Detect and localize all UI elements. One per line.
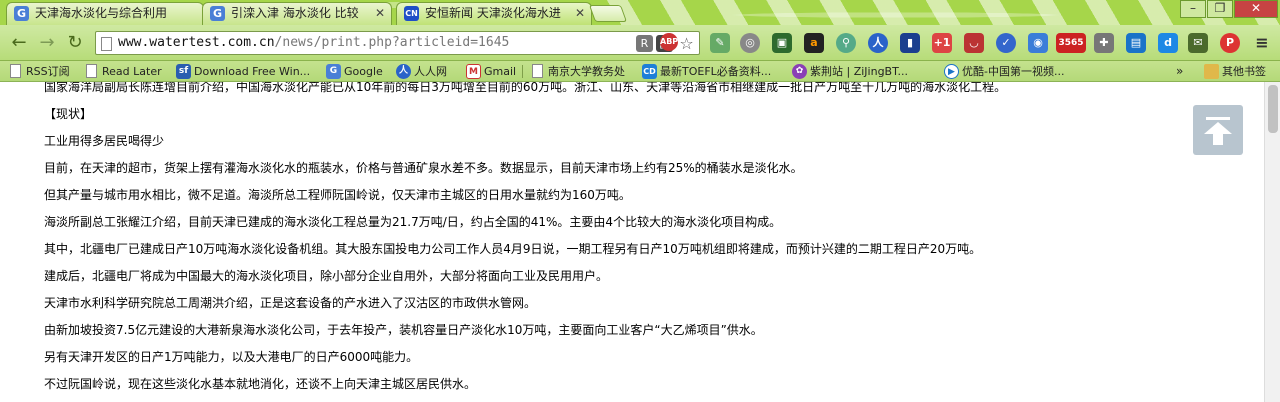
renren-icon[interactable]: 人 [868,33,888,53]
bookmark-nju[interactable]: 南京大学教务处 [530,63,625,80]
minimize-button[interactable]: – [1180,0,1206,18]
bookmark-label: 人人网 [414,65,447,78]
check-icon[interactable]: ✓ [996,33,1016,53]
article-paragraph: 海淡所副总工张耀江介绍，目前天津已建成的海水淡化工程总量为21.7万吨/日，约占… [44,215,782,229]
bookmark-renren[interactable]: 人 人人网 [396,63,447,80]
bookmark-download-free[interactable]: sf Download Free Win... [176,63,310,80]
page-icon [532,64,543,78]
tab-title: 引滦入津 海水淡化 比较 [231,6,359,20]
close-icon[interactable]: ✕ [575,3,585,24]
youku-play-icon: ▶ [944,64,959,79]
bookmarks-overflow-chevron[interactable]: » [1176,63,1183,80]
paw-icon[interactable]: ◉ [1028,33,1048,53]
bookmarks-bar: RSS订阅 Read Later sf Download Free Win...… [0,61,1280,82]
article-section-heading: 【现状】 [44,107,93,121]
mail-3565-icon[interactable]: 3565 [1056,33,1086,53]
bookmark-label: 南京大学教务处 [548,65,625,78]
bookmark-label: Gmail [484,65,517,78]
article-paragraph: 不过阮国岭说，现在这些淡化水基本就地消化，还谈不上向天津主城区居民供水。 [44,377,477,391]
site-logo-icon: CN [404,6,419,21]
back-button[interactable]: ← [8,32,30,54]
tab-strip: G 天津海水淡化与综合利用 G 引滦入津 海水淡化 比较 ✕ CN 安恒新闻 天… [0,0,1280,25]
bookmark-read-later[interactable]: Read Later [84,63,162,80]
vertical-scrollbar[interactable] [1264,82,1280,402]
chart-icon[interactable]: ▮ [900,33,920,53]
bookmark-toefl[interactable]: CD 最新TOEFL必备资料... [642,63,771,80]
gmail-icon: M [466,64,481,79]
reload-button[interactable]: ↻ [64,32,86,54]
page-icon [86,64,97,78]
renren-icon: 人 [396,64,411,79]
eyedropper-icon[interactable]: ✎ [710,33,730,53]
tv-icon[interactable]: ▤ [1126,33,1146,53]
tab-3-active[interactable]: CN 安恒新闻 天津淡化海水进 ✕ [396,2,592,25]
back-to-top-button[interactable] [1193,105,1243,155]
sf-icon: sf [176,64,191,79]
close-icon[interactable]: ✕ [375,3,385,24]
bookmark-label: Read Later [102,65,162,78]
amazon-icon[interactable]: a [804,33,824,53]
url-text: www.watertest.com.cn/news/print.php?arti… [118,35,510,50]
maximize-button[interactable]: ❐ [1207,0,1233,18]
cd-icon: CD [642,64,657,79]
scrollbar-thumb[interactable] [1268,85,1278,133]
bookmark-label: 最新TOEFL必备资料... [660,65,772,78]
zijing-flower-icon: ✿ [792,64,807,79]
page-icon [10,64,21,78]
close-window-button[interactable]: ✕ [1234,0,1278,18]
article-subheading: 工业用得多居民喝得少 [44,134,165,148]
bookmark-label: Google [344,65,383,78]
page-icon [101,37,112,51]
article-paragraph: 国家海洋局副局长陈连增目前介绍，中国海水淡化产能已从10年前的每日3万吨增至目前… [44,82,1007,94]
tab-1[interactable]: G 天津海水淡化与综合利用 [6,2,204,25]
article-paragraph: 建成后，北疆电厂将成为中国最大的海水淡化项目，除小部分企业自用外，大部分将面向工… [44,269,609,283]
google-icon: G [326,64,341,79]
search-extension-icon[interactable]: ⚲ [836,33,856,53]
folder-icon [1204,64,1219,79]
bookmark-label: 其他书签 [1222,65,1266,78]
bookmark-other-folder[interactable]: 其他书签 [1204,63,1266,80]
bookmark-label: Download Free Win... [194,65,311,78]
pocket-icon[interactable]: ◡ [964,33,984,53]
pinterest-icon[interactable]: P [1220,33,1240,53]
toolbar: ← → ↻ www.watertest.com.cn/news/print.ph… [0,25,1280,61]
bookmark-label: 紫荆站 | ZiJingBT... [810,65,908,78]
bookmark-separator [522,65,523,78]
article-paragraph: 天津市水利科学研究院总工周潮洪介绍，正是这套设备的产水进入了汉沽区的市政供水管网… [44,296,537,310]
bookmark-gmail[interactable]: M Gmail [466,63,516,80]
bookmark-label: RSS订阅 [26,65,70,78]
bookmark-label: 优酷-中国第一视频... [962,65,1065,78]
globe-icon[interactable]: ◎ [740,33,760,53]
tab-title: 天津海水淡化与综合利用 [35,6,168,20]
star-icon[interactable]: ☆ [678,35,695,52]
d-icon[interactable]: d [1158,33,1178,53]
forward-button[interactable]: → [36,32,58,54]
article-paragraph: 由新加坡投资7.5亿元建设的大港新泉海水淡化公司，于去年投产，装机容量日产淡化水… [44,323,763,337]
google-icon: G [14,6,29,21]
new-tab-button[interactable] [588,5,628,22]
article-paragraph: 其中，北疆电厂已建成日产10万吨海水淡化设备机组。其大股东国投电力公司工作人员4… [44,242,982,256]
extension-icon[interactable]: ▣ [772,33,792,53]
puzzle-icon[interactable]: ✚ [1094,33,1114,53]
address-bar[interactable]: www.watertest.com.cn/news/print.php?arti… [95,31,700,55]
tab-2[interactable]: G 引滦入津 海水淡化 比较 ✕ [202,2,392,25]
menu-icon[interactable]: ≡ [1252,33,1272,53]
article-paragraph: 但其产量与城市用水相比，微不足道。海淡所总工程师阮国岭说，仅天津市主城区的日用水… [44,188,631,202]
bookmark-zijing[interactable]: ✿ 紫荆站 | ZiJingBT... [792,63,908,80]
article-paragraph: 另有天津开发区的日产1万吨能力，以及大港电厂的日产6000吨能力。 [44,350,419,364]
google-icon: G [210,6,225,21]
tab-title: 安恒新闻 天津淡化海水进 [425,6,561,20]
bookmark-rss[interactable]: RSS订阅 [8,63,70,80]
bookmark-google[interactable]: G Google [326,63,383,80]
bookmark-youku[interactable]: ▶ 优酷-中国第一视频... [944,63,1064,80]
plus-one-icon[interactable]: +1 [932,33,952,53]
article-paragraph: 目前，在天津的超市，货架上摆有灌海水淡化水的瓶装水，价格与普通矿泉水差不多。数据… [44,161,803,175]
back-to-top-icon [1206,117,1230,120]
adblock-icon[interactable]: ABP [660,33,678,51]
article-content: 国家海洋局副局长陈连增目前介绍，中国海水淡化产能已从10年前的每日3万吨增至目前… [0,82,1264,402]
envelope-icon[interactable]: ✉ [1188,33,1208,53]
reader-icon[interactable]: R [636,35,653,52]
